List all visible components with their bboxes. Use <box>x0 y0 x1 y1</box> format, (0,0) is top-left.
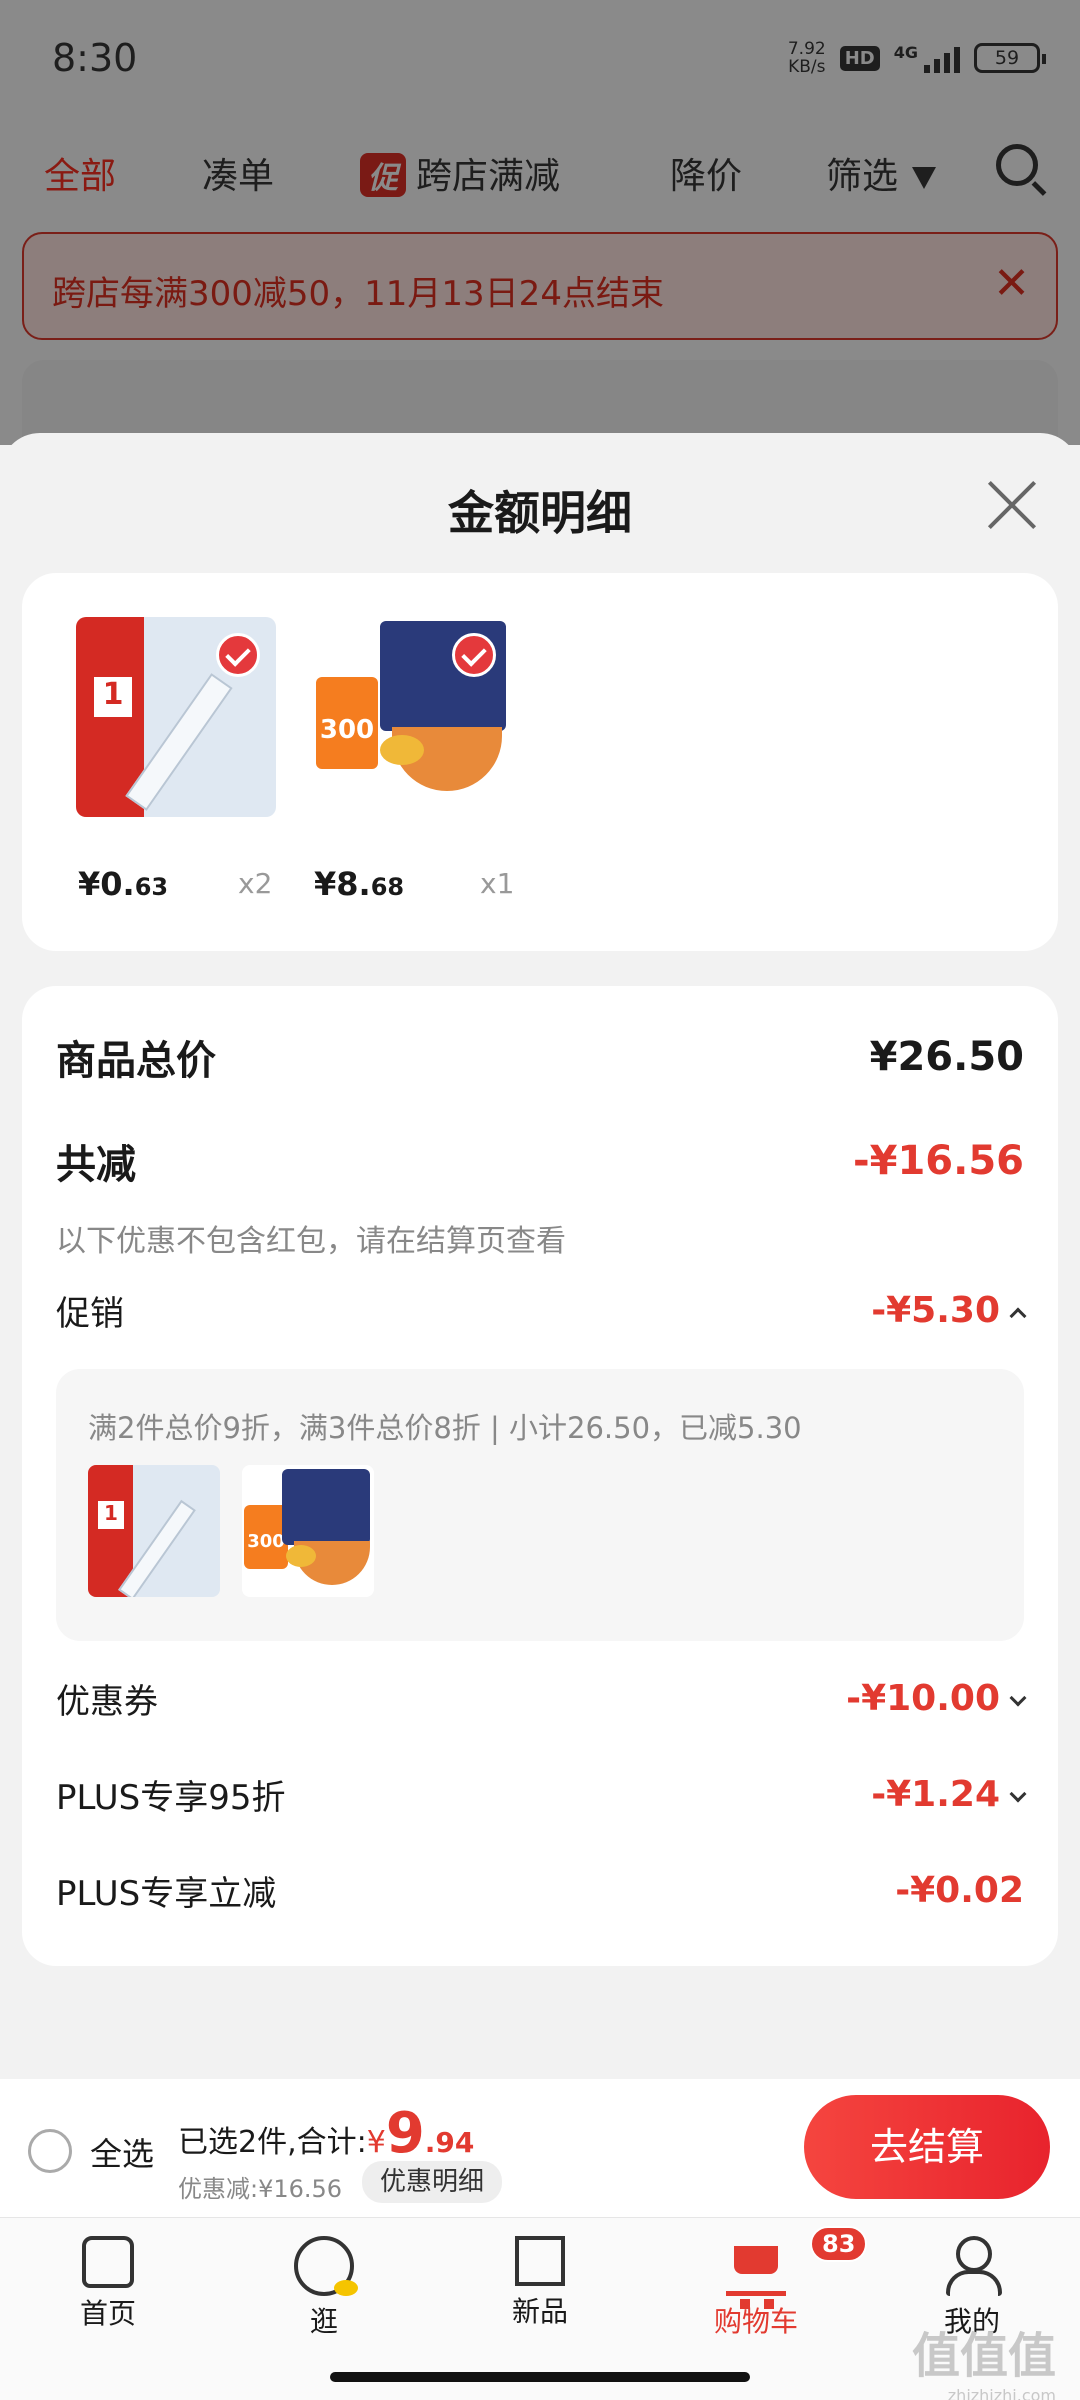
checkout-button[interactable]: 去结算 <box>804 2095 1050 2199</box>
nav-home[interactable]: 首页 <box>38 2236 178 2332</box>
select-all-radio[interactable] <box>28 2129 72 2173</box>
product-qty: x1 <box>480 867 515 900</box>
row-coupon[interactable]: 优惠券 -¥10.00 <box>56 1674 1027 1723</box>
promo-thumb-ruler[interactable]: 1 <box>88 1465 220 1597</box>
home-icon <box>82 2236 134 2288</box>
battery-icon: 59 <box>974 43 1046 73</box>
status-time: 8:30 <box>52 36 138 80</box>
promotion-desc: 满2件总价9折，满3件总价8折 | 小计26.50，已减5.30 <box>88 1411 802 1445</box>
tab-price-drop[interactable]: 降价 <box>670 147 742 199</box>
user-icon <box>942 2236 1002 2296</box>
discount-detail-button[interactable]: 优惠明细 <box>362 2161 503 2203</box>
cart-count-badge: 83 <box>810 2226 868 2262</box>
promotion-detail-box: 满2件总价9折，满3件总价8折 | 小计26.50，已减5.30 1 300 <box>56 1369 1024 1641</box>
close-icon[interactable] <box>984 477 1040 533</box>
promo-thumb-snacks[interactable]: 300 <box>242 1465 374 1597</box>
chevron-down-icon <box>1009 1785 1027 1803</box>
checkout-summary: 已选2件,合计:¥9.94 <box>178 2101 475 2166</box>
watermark: 值值值 zhizhizhi.com <box>911 2328 1056 2400</box>
checked-icon <box>216 633 260 677</box>
chevron-up-icon <box>1009 1307 1027 1325</box>
tab-filter[interactable]: 筛选 <box>826 147 937 199</box>
search-icon[interactable] <box>996 144 1038 186</box>
status-bar: 8:30 7.92 KB/s HD 4G 59 <box>0 0 1080 125</box>
selected-goods-card: 1 300 ¥0.63 x2 ¥8.68 x1 <box>22 573 1058 951</box>
chevron-down-icon <box>1009 1689 1027 1707</box>
checked-icon <box>452 633 496 677</box>
promo-chip-icon: 促 <box>360 153 406 197</box>
checkout-bar: 全选 已选2件,合计:¥9.94 优惠减:¥16.56 优惠明细 去结算 <box>0 2079 1080 2217</box>
sheet-title: 金额明细 <box>448 486 632 540</box>
promo-banner: 跨店每满300减50，11月13日24点结束 ✕ <box>22 232 1058 340</box>
net-speed: 7.92 KB/s <box>787 39 826 77</box>
signal-icon: 4G <box>894 43 960 73</box>
product-image-snacks[interactable]: 300 <box>312 617 512 817</box>
promo-banner-text: 跨店每满300减50，11月13日24点结束 <box>52 274 664 314</box>
stroll-icon <box>294 2236 358 2296</box>
row-promotion[interactable]: 促销 -¥5.30 <box>56 1286 1027 1335</box>
row-plus-95[interactable]: PLUS专享95折 -¥1.24 <box>56 1770 1027 1819</box>
close-icon[interactable]: ✕ <box>993 258 1030 309</box>
row-total-reduce: 共减 -¥16.56 <box>56 1138 1024 1188</box>
saved-amount: 优惠减:¥16.56 <box>178 2175 343 2203</box>
cube-icon <box>515 2236 565 2286</box>
amount-detail-card: 商品总价 ¥26.50 共减 -¥16.56 以下优惠不包含红包，请在结算页查看… <box>22 986 1058 1966</box>
select-all-label[interactable]: 全选 <box>90 2129 154 2175</box>
amount-detail-sheet: 金额明细 1 300 ¥0.63 x2 ¥8.68 x1 商品总价 ¥26.50… <box>0 433 1080 2079</box>
nav-cart[interactable]: 83 购物车 <box>686 2226 868 2340</box>
reduce-note: 以下优惠不包含红包，请在结算页查看 <box>56 1224 566 1259</box>
product-image-ruler[interactable]: 1 <box>76 617 276 817</box>
cart-icon: 83 <box>726 2226 868 2309</box>
hd-icon: HD <box>839 45 880 71</box>
row-goods-total: 商品总价 ¥26.50 <box>56 1034 1024 1084</box>
tab-cross-store[interactable]: 促跨店满减 <box>360 147 560 199</box>
product-price: ¥8.68 <box>314 865 405 903</box>
row-plus-cut: PLUS专享立减 -¥0.02 <box>56 1870 1024 1914</box>
home-indicator[interactable] <box>330 2372 750 2382</box>
product-price: ¥0.63 <box>78 865 169 903</box>
filter-icon <box>912 167 937 189</box>
product-qty: x2 <box>238 867 273 900</box>
status-icons: 7.92 KB/s HD 4G 59 <box>787 39 1046 77</box>
nav-new[interactable]: 新品 <box>470 2236 610 2330</box>
tab-bundle[interactable]: 凑单 <box>202 147 274 199</box>
tab-all[interactable]: 全部 <box>44 147 116 199</box>
nav-stroll[interactable]: 逛 <box>254 2236 394 2340</box>
cart-filter-tabs: 全部 凑单 促跨店满减 降价 筛选 <box>0 135 1080 205</box>
